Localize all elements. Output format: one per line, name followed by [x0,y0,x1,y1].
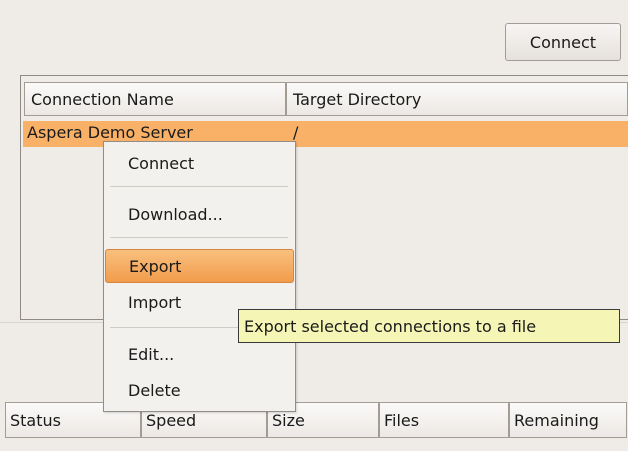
connection-name-cell: Aspera Demo Server [27,123,193,142]
menu-item-connect[interactable]: Connect [104,148,295,178]
target-directory-cell: / [293,123,299,142]
menu-separator [110,237,288,238]
menu-separator [110,186,288,187]
menu-item-edit[interactable]: Edit... [104,339,295,369]
files-column-header[interactable]: Files [379,402,509,438]
menu-item-download[interactable]: Download... [104,199,295,229]
remaining-column-header[interactable]: Remaining [509,402,627,438]
menu-item-export[interactable]: Export [105,249,294,283]
menu-item-delete[interactable]: Delete [104,375,295,405]
column-header-connection-name[interactable]: Connection Name [24,82,286,116]
column-header-target-directory[interactable]: Target Directory [286,82,628,116]
export-tooltip: Export selected connections to a file [238,309,620,343]
context-menu: Connect Download... Export Import Edit..… [103,141,296,412]
connect-button[interactable]: Connect [505,23,621,61]
